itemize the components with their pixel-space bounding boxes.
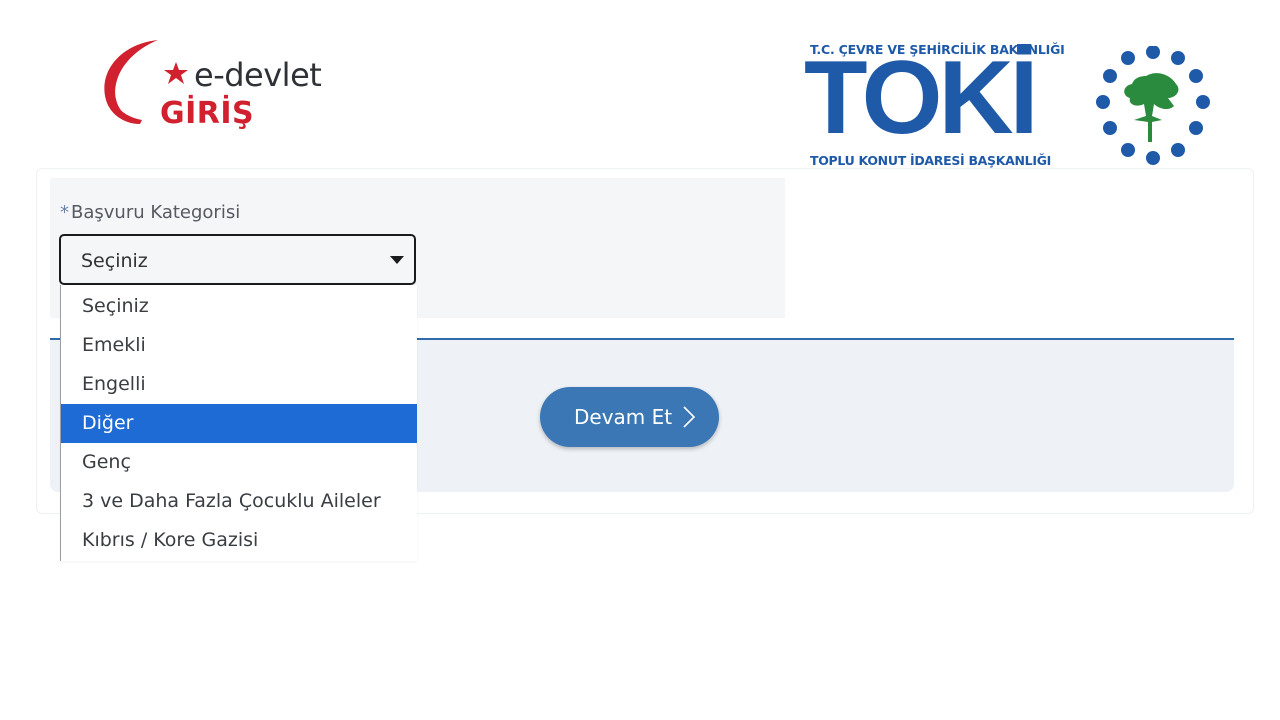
continue-button[interactable]: Devam Et [540,387,719,447]
toki-wordmark: TOKİ [804,40,1039,156]
category-selected-value: Seçiniz [81,250,148,272]
continue-button-label: Devam Et [574,405,673,429]
category-label-text: Başvuru Kategorisi [71,202,241,223]
required-mark: * [60,202,69,223]
giris-text: GİRİŞ [160,96,255,131]
toki-logo: T.C. ÇEVRE VE ŞEHİRCİLİK BAKANLIĞI TOKİ … [804,40,1228,172]
page: e-devlet GİRİŞ T.C. ÇEVRE VE ŞEHİRCİLİK … [0,0,1280,720]
category-select[interactable]: Seçiniz [59,234,416,285]
option-genc[interactable]: Genç [61,443,417,482]
category-label: * Başvuru Kategorisi [60,202,240,223]
edevlet-text: e-devlet [194,56,322,94]
option-kibris-kore-gazisi[interactable]: Kıbrıs / Kore Gazisi [61,521,417,560]
tree-emblem-icon [1096,46,1210,165]
category-dropdown-list[interactable]: Seçiniz Emekli Engelli Diğer Genç 3 ve D… [60,285,417,561]
option-diger[interactable]: Diğer [61,404,417,443]
caret-down-icon [390,256,404,264]
option-seciniz[interactable]: Seçiniz [61,287,417,326]
chevron-right-icon [683,406,696,428]
option-emekli[interactable]: Emekli [61,326,417,365]
option-cocuklu-aileler[interactable]: 3 ve Daha Fazla Çocuklu Aileler [61,482,417,521]
option-engelli[interactable]: Engelli [61,365,417,404]
edevlet-logo[interactable]: e-devlet GİRİŞ [98,32,328,132]
agency-name: TOPLU KONUT İDARESİ BAŞKANLIĞI [810,153,1052,168]
